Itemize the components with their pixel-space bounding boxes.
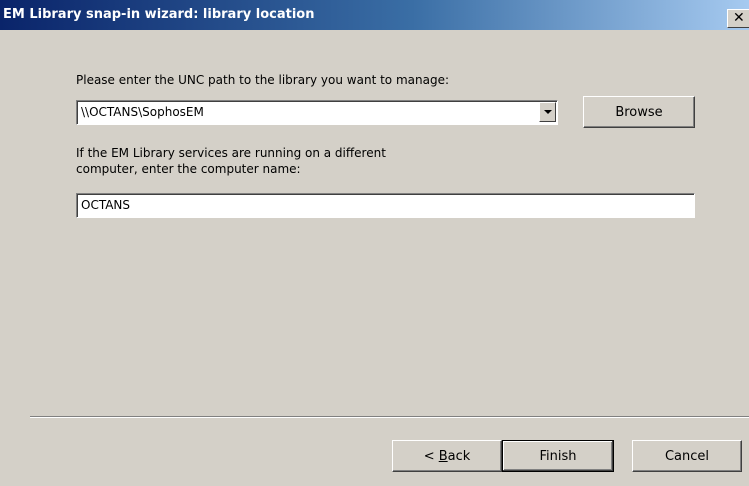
computer-name-label-line1: If the EM Library services are running o… (76, 146, 386, 160)
unc-path-label: Please enter the UNC path to the library… (76, 73, 449, 87)
chevron-down-icon (544, 110, 552, 114)
browse-button-label: Browse (615, 105, 663, 120)
close-button[interactable]: ✕ (727, 9, 749, 28)
computer-name-input[interactable]: OCTANS (76, 193, 695, 218)
window-title: EM Library snap-in wizard: library locat… (3, 7, 315, 22)
back-button-label: < Back (423, 449, 471, 464)
unc-path-dropdown-button[interactable] (539, 102, 556, 122)
finish-button-label: Finish (539, 449, 577, 464)
back-button[interactable]: < Back (392, 440, 502, 472)
close-icon: ✕ (733, 10, 745, 26)
cancel-button-label: Cancel (664, 449, 710, 464)
computer-name-label-line2: computer, enter the computer name: (76, 162, 301, 176)
browse-button[interactable]: Browse (583, 96, 695, 128)
cancel-button[interactable]: Cancel (632, 440, 742, 472)
computer-name-value: OCTANS (81, 198, 131, 212)
title-bar: EM Library snap-in wizard: library locat… (0, 0, 749, 30)
footer-separator (30, 416, 749, 418)
unc-path-combobox[interactable]: \\OCTANS\SophosEM (76, 100, 558, 125)
unc-path-value: \\OCTANS\SophosEM (81, 105, 204, 119)
finish-button[interactable]: Finish (502, 440, 614, 472)
